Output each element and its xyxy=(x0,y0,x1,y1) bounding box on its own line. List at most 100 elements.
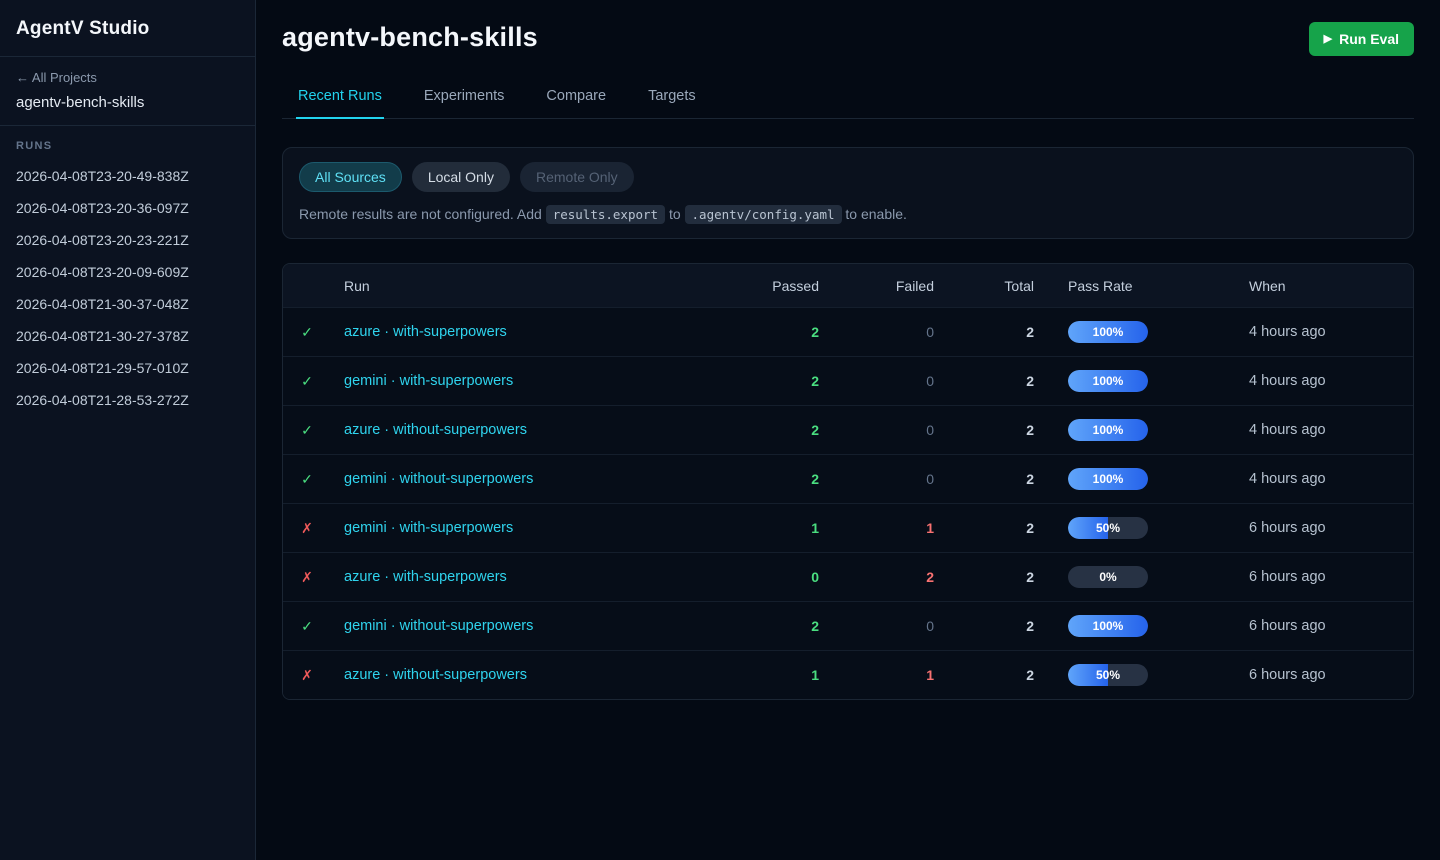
source-filter-card: All SourcesLocal OnlyRemote Only Remote … xyxy=(282,147,1414,239)
pass-rate-label: 100% xyxy=(1068,370,1148,392)
total-count: 2 xyxy=(968,667,1068,683)
run-link[interactable]: azure · without-superpowers xyxy=(344,667,527,683)
check-icon: ✓ xyxy=(283,618,331,635)
run-link[interactable]: azure · with-superpowers xyxy=(344,324,507,340)
failed-count: 2 xyxy=(853,569,968,585)
table-row: ✗gemini · with-superpowers11250%6 hours … xyxy=(283,503,1413,552)
runs-table: Run Passed Failed Total Pass Rate When ✓… xyxy=(282,263,1414,700)
sidebar-run-item[interactable]: 2026-04-08T21-29-57-010Z xyxy=(0,352,255,384)
passed-count: 0 xyxy=(763,569,853,585)
check-icon: ✓ xyxy=(283,324,331,341)
pass-rate-label: 50% xyxy=(1068,517,1148,539)
page-title: agentv-bench-skills xyxy=(282,22,538,53)
when-cell: 6 hours ago xyxy=(1249,569,1413,585)
failed-count: 1 xyxy=(853,520,968,536)
all-projects-back-link[interactable]: ← All Projects xyxy=(16,70,97,85)
remote-config-note: Remote results are not configured. Add r… xyxy=(299,206,1397,222)
column-header-run: Run xyxy=(331,278,763,294)
sidebar-run-item[interactable]: 2026-04-08T23-20-23-221Z xyxy=(0,224,255,256)
run-link[interactable]: azure · with-superpowers xyxy=(344,569,507,585)
filter-chip-all-sources[interactable]: All Sources xyxy=(299,162,402,192)
table-row: ✓azure · with-superpowers202100%4 hours … xyxy=(283,307,1413,356)
table-row: ✗azure · without-superpowers11250%6 hour… xyxy=(283,650,1413,699)
run-link[interactable]: azure · without-superpowers xyxy=(344,422,527,438)
passed-count: 2 xyxy=(763,422,853,438)
sidebar: AgentV Studio ← All Projects agentv-benc… xyxy=(0,0,256,860)
run-cell: gemini · with-superpowers xyxy=(331,519,763,537)
pass-rate-cell: 0% xyxy=(1068,566,1249,588)
pass-rate-cell: 100% xyxy=(1068,370,1249,392)
sidebar-run-item[interactable]: 2026-04-08T23-20-49-838Z xyxy=(0,160,255,192)
pass-rate-label: 0% xyxy=(1068,566,1148,588)
main-content: agentv-bench-skills ▶ Run Eval Recent Ru… xyxy=(256,0,1440,860)
table-row: ✓gemini · with-superpowers202100%4 hours… xyxy=(283,356,1413,405)
tab-compare[interactable]: Compare xyxy=(544,82,608,119)
pass-rate-pill: 100% xyxy=(1068,615,1148,637)
pass-rate-pill: 50% xyxy=(1068,517,1148,539)
run-eval-button[interactable]: ▶ Run Eval xyxy=(1309,22,1414,56)
total-count: 2 xyxy=(968,618,1068,634)
failed-count: 0 xyxy=(853,618,968,634)
run-link[interactable]: gemini · without-superpowers xyxy=(344,618,533,634)
tab-recent-runs[interactable]: Recent Runs xyxy=(296,82,384,119)
source-filter-chips: All SourcesLocal OnlyRemote Only xyxy=(299,162,1397,192)
table-row: ✓gemini · without-superpowers202100%6 ho… xyxy=(283,601,1413,650)
run-link[interactable]: gemini · without-superpowers xyxy=(344,471,533,487)
pass-rate-label: 50% xyxy=(1068,664,1148,686)
passed-count: 2 xyxy=(763,618,853,634)
column-header-when: When xyxy=(1249,278,1413,294)
sidebar-run-item[interactable]: 2026-04-08T21-30-27-378Z xyxy=(0,320,255,352)
sidebar-run-item[interactable]: 2026-04-08T23-20-09-609Z xyxy=(0,256,255,288)
column-header-total: Total xyxy=(968,278,1068,294)
pass-rate-cell: 100% xyxy=(1068,615,1249,637)
pass-rate-cell: 100% xyxy=(1068,419,1249,441)
run-eval-label: Run Eval xyxy=(1339,31,1399,47)
note-middle: to xyxy=(669,206,681,222)
sidebar-run-list: 2026-04-08T23-20-49-838Z2026-04-08T23-20… xyxy=(0,156,255,420)
check-icon: ✓ xyxy=(283,373,331,390)
runs-table-header: Run Passed Failed Total Pass Rate When xyxy=(283,264,1413,307)
run-link[interactable]: gemini · with-superpowers xyxy=(344,520,513,536)
total-count: 2 xyxy=(968,471,1068,487)
runs-table-body: ✓azure · with-superpowers202100%4 hours … xyxy=(283,307,1413,699)
pass-rate-cell: 100% xyxy=(1068,321,1249,343)
total-count: 2 xyxy=(968,373,1068,389)
failed-count: 0 xyxy=(853,422,968,438)
failed-count: 1 xyxy=(853,667,968,683)
play-icon: ▶ xyxy=(1324,34,1332,45)
pass-rate-pill: 100% xyxy=(1068,419,1148,441)
tab-targets[interactable]: Targets xyxy=(646,82,698,119)
passed-count: 1 xyxy=(763,667,853,683)
table-row: ✓azure · without-superpowers202100%4 hou… xyxy=(283,405,1413,454)
note-code-config-yaml: .agentv/config.yaml xyxy=(685,205,842,224)
pass-rate-label: 100% xyxy=(1068,468,1148,490)
sidebar-run-item[interactable]: 2026-04-08T21-30-37-048Z xyxy=(0,288,255,320)
table-row: ✓gemini · without-superpowers202100%4 ho… xyxy=(283,454,1413,503)
filter-chip-local-only[interactable]: Local Only xyxy=(412,162,510,192)
run-cell: azure · without-superpowers xyxy=(331,421,763,439)
failed-count: 0 xyxy=(853,471,968,487)
total-count: 2 xyxy=(968,520,1068,536)
tab-bar: Recent Runs Experiments Compare Targets xyxy=(282,82,1414,119)
run-cell: azure · with-superpowers xyxy=(331,323,763,341)
when-cell: 4 hours ago xyxy=(1249,471,1413,487)
run-link[interactable]: gemini · with-superpowers xyxy=(344,373,513,389)
sidebar-run-item[interactable]: 2026-04-08T21-28-53-272Z xyxy=(0,384,255,416)
cross-icon: ✗ xyxy=(283,569,331,586)
run-cell: azure · without-superpowers xyxy=(331,666,763,684)
failed-count: 0 xyxy=(853,324,968,340)
run-cell: gemini · with-superpowers xyxy=(331,372,763,390)
pass-rate-pill: 0% xyxy=(1068,566,1148,588)
cross-icon: ✗ xyxy=(283,667,331,684)
note-code-results-export: results.export xyxy=(546,205,665,224)
tab-experiments[interactable]: Experiments xyxy=(422,82,507,119)
sidebar-header: AgentV Studio xyxy=(0,0,255,57)
sidebar-run-item[interactable]: 2026-04-08T23-20-36-097Z xyxy=(0,192,255,224)
run-cell: gemini · without-superpowers xyxy=(331,470,763,488)
pass-rate-label: 100% xyxy=(1068,321,1148,343)
check-icon: ✓ xyxy=(283,422,331,439)
total-count: 2 xyxy=(968,422,1068,438)
when-cell: 6 hours ago xyxy=(1249,618,1413,634)
passed-count: 2 xyxy=(763,373,853,389)
passed-count: 2 xyxy=(763,471,853,487)
